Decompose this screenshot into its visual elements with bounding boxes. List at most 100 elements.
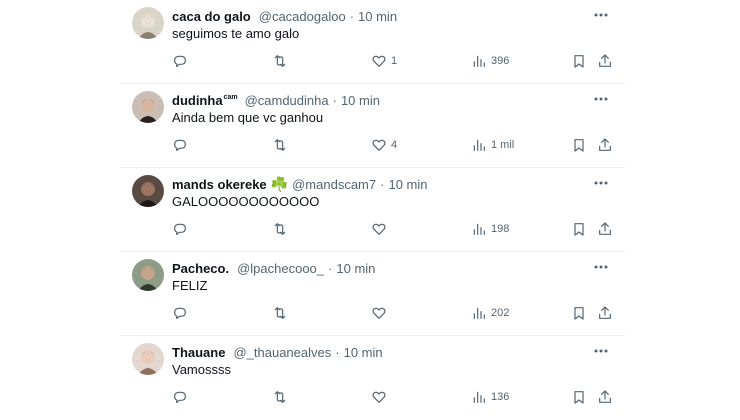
display-name[interactable]: dudinhacam	[172, 93, 238, 108]
display-name[interactable]: Pacheco.	[172, 261, 230, 276]
repost-button[interactable]	[272, 135, 288, 155]
avatar[interactable]	[132, 259, 164, 291]
user-handle[interactable]: @mandscam7	[292, 177, 376, 192]
name-badge: cam	[223, 94, 238, 102]
like-count: 1	[391, 55, 398, 67]
repost-button[interactable]	[272, 51, 288, 71]
display-name[interactable]: caca do galo	[172, 9, 252, 24]
reply-button[interactable]	[172, 219, 188, 239]
like-button[interactable]	[371, 387, 391, 407]
user-handle[interactable]: @cacadogaloo	[259, 9, 346, 24]
share-icon	[599, 54, 611, 67]
bookmark-button[interactable]	[571, 387, 587, 407]
tweet[interactable]: caca do galo @cacadogaloo · 10 min segui…	[120, 0, 625, 84]
reply-icon	[174, 223, 186, 235]
views-button[interactable]: 1 mil	[471, 135, 514, 155]
separator-dot: ·	[332, 92, 337, 108]
tweet[interactable]: Pacheco. @lpachecooo_ · 10 min FELIZ 202	[120, 252, 625, 336]
like-count: 4	[391, 139, 398, 151]
repost-icon	[274, 223, 286, 235]
tweet[interactable]: Thauane @_thauanealves · 10 min Vamossss	[120, 336, 625, 420]
avatar[interactable]	[132, 91, 164, 123]
views-button[interactable]: 136	[471, 387, 509, 407]
tweet-actions: 136	[120, 387, 625, 407]
tweet-text: seguimos te amo galo	[172, 26, 300, 41]
view-count: 198	[491, 223, 510, 235]
repost-icon	[274, 307, 286, 319]
more-options-icon[interactable]	[591, 342, 611, 360]
view-count: 202	[491, 307, 510, 319]
share-icon	[599, 306, 611, 319]
avatar[interactable]	[132, 7, 164, 39]
bookmark-icon	[574, 139, 584, 152]
views-button[interactable]: 202	[471, 303, 509, 323]
reply-button[interactable]	[172, 51, 188, 71]
user-handle[interactable]: @_thauanealves	[233, 345, 331, 360]
bookmark-button[interactable]	[571, 219, 587, 239]
bookmark-button[interactable]	[571, 135, 587, 155]
more-options-icon[interactable]	[591, 258, 611, 276]
display-name[interactable]: mands okereke	[172, 177, 268, 192]
avatar-image	[132, 91, 164, 123]
reply-feed: caca do galo @cacadogaloo · 10 min segui…	[120, 0, 625, 420]
bookmark-button[interactable]	[571, 303, 587, 323]
timestamp[interactable]: 10 min	[358, 9, 397, 24]
reply-icon	[174, 139, 186, 151]
display-name[interactable]: Thauane	[172, 345, 226, 360]
timestamp[interactable]: 10 min	[388, 177, 427, 192]
tweet[interactable]: mands okereke ☘️ @mandscam7 · 10 min GAL…	[120, 168, 625, 252]
views-button[interactable]: 198	[471, 219, 509, 239]
repost-button[interactable]	[272, 219, 288, 239]
tweet-actions: 202	[120, 303, 625, 323]
reply-icon	[174, 307, 186, 319]
separator-dot: ·	[328, 260, 333, 276]
tweet[interactable]: dudinhacam @camdudinha · 10 min Ainda be…	[120, 84, 625, 168]
timestamp[interactable]: 10 min	[341, 93, 380, 108]
reply-icon	[174, 391, 186, 403]
views-icon	[473, 223, 485, 235]
separator-dot: ·	[349, 8, 355, 24]
more-options-icon[interactable]	[591, 174, 611, 192]
more-options-icon[interactable]	[591, 90, 611, 108]
tweet-header: Pacheco. @lpachecooo_ · 10 min	[172, 259, 375, 277]
tweet-header: caca do galo @cacadogaloo · 10 min	[172, 7, 397, 25]
views-icon	[473, 391, 485, 403]
view-count: 136	[491, 391, 510, 403]
share-button[interactable]	[597, 51, 613, 71]
share-button[interactable]	[597, 219, 613, 239]
user-handle[interactable]: @lpachecooo_	[237, 261, 324, 276]
share-icon	[599, 222, 611, 235]
share-button[interactable]	[597, 303, 613, 323]
reply-button[interactable]	[172, 387, 188, 407]
repost-button[interactable]	[272, 387, 288, 407]
views-button[interactable]: 396	[471, 51, 509, 71]
share-button[interactable]	[597, 135, 613, 155]
avatar[interactable]	[132, 343, 164, 375]
view-count: 396	[491, 55, 510, 67]
tweet-actions: 198	[120, 219, 625, 239]
like-button[interactable]	[371, 303, 391, 323]
separator-dot: ·	[380, 176, 385, 192]
user-handle[interactable]: @camdudinha	[245, 93, 329, 108]
views-icon	[473, 55, 485, 67]
reply-button[interactable]	[172, 303, 188, 323]
reply-button[interactable]	[172, 135, 188, 155]
avatar-image	[132, 259, 164, 291]
repost-button[interactable]	[272, 303, 288, 323]
timestamp[interactable]: 10 min	[344, 345, 383, 360]
repost-icon	[274, 55, 286, 67]
tweet-header: mands okereke ☘️ @mandscam7 · 10 min	[172, 175, 428, 193]
share-button[interactable]	[597, 387, 613, 407]
like-button[interactable]: 1	[371, 51, 397, 71]
like-button[interactable]: 4	[371, 135, 397, 155]
bookmark-button[interactable]	[571, 51, 587, 71]
more-options-icon[interactable]	[591, 6, 611, 24]
avatar[interactable]	[132, 175, 164, 207]
repost-icon	[274, 139, 286, 151]
like-button[interactable]	[371, 219, 391, 239]
avatar-image	[132, 7, 164, 39]
avatar-image	[132, 175, 164, 207]
heart-icon	[372, 307, 386, 319]
bookmark-icon	[574, 223, 584, 236]
timestamp[interactable]: 10 min	[336, 261, 375, 276]
